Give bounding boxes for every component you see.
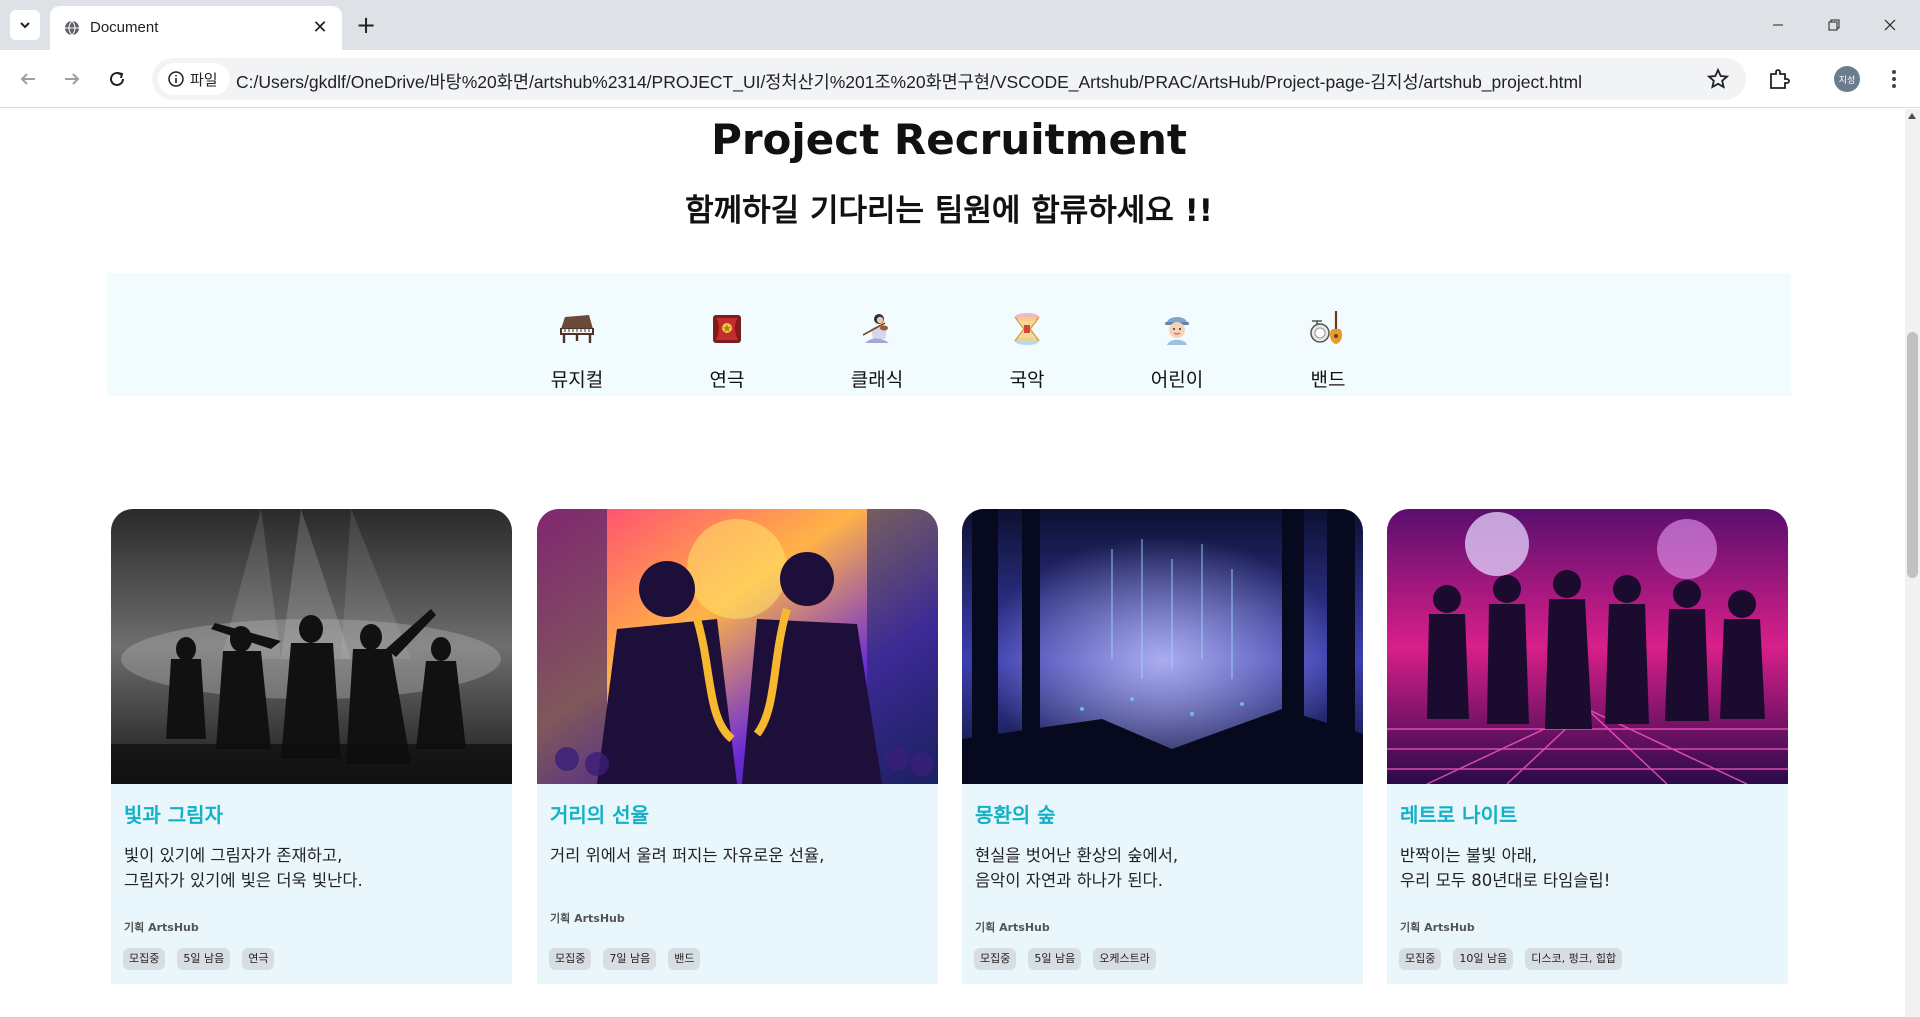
project-tags: 모집중 10일 남음 디스코, 펑크, 힙합	[1399, 948, 1623, 970]
project-title[interactable]: 레트로 나이트	[1400, 799, 1517, 828]
genre-badge: 밴드	[668, 948, 701, 970]
project-description-line: 음악이 자연과 하나가 된다.	[975, 871, 1163, 890]
browser-tabstrip: Document ✕ +	[0, 0, 1920, 50]
page-viewport: Project Recruitment 함께하길 기다리는 팀원에 합류하세요 …	[0, 109, 1905, 1017]
info-icon	[168, 71, 184, 87]
scrollbar-thumb[interactable]	[1907, 332, 1918, 578]
project-description-line: 우리 모두 80년대로 타임슬립!	[1400, 871, 1611, 890]
category-label: 뮤지컬	[550, 369, 604, 391]
close-icon	[1884, 19, 1896, 31]
status-badge: 모집중	[1399, 948, 1442, 970]
category-label: 국악	[1009, 369, 1045, 391]
project-image-dreamy-forest	[962, 509, 1363, 784]
browser-toolbar: 파일 C:/Users/gkdlf/OneDrive/바탕%20화면/artsh…	[0, 50, 1920, 108]
status-badge: 모집중	[123, 948, 166, 970]
category-label: 연극	[709, 369, 745, 391]
project-title[interactable]: 몽환의 숲	[975, 799, 1056, 828]
genre-badge: 연극	[242, 948, 275, 970]
url-text[interactable]: C:/Users/gkdlf/OneDrive/바탕%20화면/artshub%…	[236, 69, 1582, 94]
project-title[interactable]: 거리의 선율	[550, 799, 649, 828]
restore-icon	[1828, 19, 1840, 31]
page-subtitle: 함께하길 기다리는 팀원에 합류하세요 !!	[685, 193, 1213, 229]
project-description-line: 현실을 벗어난 환상의 숲에서,	[975, 846, 1179, 865]
scroll-up-arrow-icon[interactable]	[1908, 113, 1916, 119]
site-info-label: 파일	[190, 70, 218, 89]
reload-button[interactable]	[101, 63, 133, 95]
close-window-button[interactable]	[1870, 8, 1910, 42]
minimize-button[interactable]	[1758, 8, 1798, 42]
globe-icon	[65, 20, 79, 36]
category-kids[interactable]: 어린이	[1127, 307, 1227, 392]
arrow-right-icon	[65, 73, 80, 85]
child-icon	[1165, 317, 1189, 345]
project-tags: 모집중 7일 남음 밴드	[549, 948, 701, 970]
arrow-left-icon	[20, 73, 35, 85]
project-card[interactable]: 레트로 나이트 반짝이는 불빛 아래, 우리 모두 80년대로 타임슬립! 기획…	[1387, 509, 1788, 984]
address-bar[interactable]: 파일 C:/Users/gkdlf/OneDrive/바탕%20화면/artsh…	[152, 58, 1746, 100]
guitar-drum-icon	[1310, 311, 1343, 344]
minimize-icon	[1773, 24, 1783, 26]
tab-title: Document	[90, 19, 159, 36]
category-musical[interactable]: 뮤지컬	[527, 307, 627, 392]
violinist-icon	[862, 314, 889, 343]
project-card[interactable]: 몽환의 숲 현실을 벗어난 환상의 숲에서, 음악이 자연과 하나가 된다. 기…	[962, 509, 1363, 984]
page-title: Project Recruitment	[711, 115, 1187, 164]
new-tab-button[interactable]: +	[352, 12, 380, 40]
project-card[interactable]: 거리의 선율 거리 위에서 울려 퍼지는 자유로운 선율, 기획 ArtsHub…	[537, 509, 938, 984]
project-image-light-and-shadow	[111, 509, 512, 784]
chevron-down-icon	[20, 22, 30, 29]
category-label: 어린이	[1150, 369, 1204, 391]
project-description: 반짝이는 불빛 아래, 우리 모두 80년대로 타임슬립!	[1400, 843, 1610, 893]
project-description: 거리 위에서 울려 퍼지는 자유로운 선율,	[550, 843, 824, 868]
browser-tab[interactable]: Document ✕	[50, 6, 342, 50]
project-image-street-melody	[537, 509, 938, 784]
project-title[interactable]: 빛과 그림자	[124, 799, 223, 828]
category-classic[interactable]: 클래식	[827, 307, 927, 392]
piano-icon	[560, 315, 594, 343]
project-credit: 기획 ArtsHub	[1400, 921, 1475, 934]
janggu-drum-icon	[1014, 313, 1040, 345]
genre-badge: 디스코, 펑크, 힙합	[1525, 948, 1623, 970]
category-label: 클래식	[850, 369, 904, 391]
project-credit: 기획 ArtsHub	[975, 921, 1050, 934]
back-button[interactable]	[12, 63, 44, 95]
project-description-line: 반짝이는 불빛 아래,	[1400, 846, 1538, 865]
genre-badge: 오케스트라	[1093, 948, 1156, 970]
status-badge: 모집중	[549, 948, 592, 970]
theater-icon	[713, 315, 741, 343]
forward-button[interactable]	[56, 63, 88, 95]
category-gugak[interactable]: 국악	[977, 307, 1077, 392]
category-label: 밴드	[1310, 369, 1346, 391]
deadline-badge: 10일 남음	[1453, 948, 1514, 970]
project-description: 현실을 벗어난 환상의 숲에서, 음악이 자연과 하나가 된다.	[975, 843, 1178, 893]
project-credit: 기획 ArtsHub	[550, 912, 625, 925]
deadline-badge: 5일 남음	[177, 948, 231, 970]
project-image-retro-night	[1387, 509, 1788, 784]
project-description-line: 거리 위에서 울려 퍼지는 자유로운 선율,	[550, 846, 825, 865]
deadline-badge: 7일 남음	[603, 948, 657, 970]
bookmark-star-icon[interactable]	[1706, 67, 1730, 91]
project-credit: 기획 ArtsHub	[124, 921, 199, 934]
status-badge: 모집중	[974, 948, 1017, 970]
site-info-chip[interactable]: 파일	[158, 63, 230, 95]
page-scrollbar[interactable]	[1905, 109, 1920, 1017]
tab-search-button[interactable]	[10, 10, 40, 40]
project-description-line: 그림자가 있기에 빛은 더욱 빛난다.	[124, 871, 363, 890]
tab-close-icon[interactable]: ✕	[310, 18, 330, 38]
deadline-badge: 5일 남음	[1028, 948, 1082, 970]
project-description: 빛이 있기에 그림자가 존재하고, 그림자가 있기에 빛은 더욱 빛난다.	[124, 843, 363, 893]
restore-button[interactable]	[1814, 8, 1854, 42]
category-band[interactable]: 밴드	[1278, 307, 1378, 392]
project-description-line: 빛이 있기에 그림자가 존재하고,	[124, 846, 343, 865]
category-theater[interactable]: 연극	[677, 307, 777, 392]
project-tags: 모집중 5일 남음 오케스트라	[974, 948, 1156, 970]
reload-icon	[110, 71, 124, 86]
profile-avatar[interactable]: 지성	[1834, 66, 1860, 92]
extensions-puzzle-icon[interactable]	[1765, 65, 1793, 93]
project-card[interactable]: 빛과 그림자 빛이 있기에 그림자가 존재하고, 그림자가 있기에 빛은 더욱 …	[111, 509, 512, 984]
profile-avatar-label: 지성	[1838, 75, 1856, 86]
project-tags: 모집중 5일 남음 연극	[123, 948, 275, 970]
category-bar	[107, 273, 1791, 396]
more-menu-icon[interactable]	[1880, 65, 1908, 93]
